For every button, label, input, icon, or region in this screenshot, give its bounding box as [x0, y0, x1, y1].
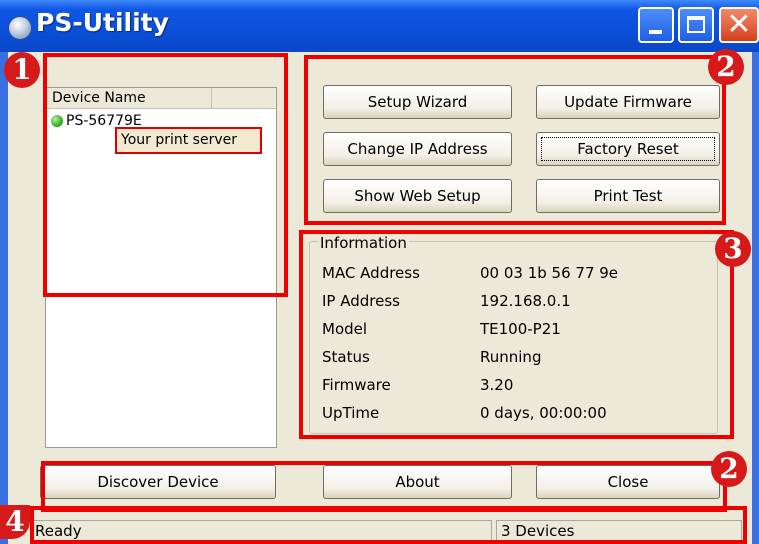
close-button[interactable]: Close — [536, 465, 720, 499]
setup-wizard-button[interactable]: Setup Wizard — [323, 85, 512, 119]
model-value: TE100-P21 — [480, 320, 561, 338]
status-label: Status — [322, 348, 370, 366]
firmware-label: Firmware — [322, 376, 391, 394]
title-bar[interactable]: PS-Utility ✕ — [0, 0, 759, 52]
maximize-icon — [687, 16, 705, 33]
marker-1: 1 — [4, 52, 40, 88]
information-title: Information — [318, 234, 409, 252]
marker-2-top: 2 — [708, 49, 744, 85]
close-window-button[interactable]: ✕ — [719, 7, 759, 43]
status-value: Running — [480, 348, 542, 366]
mac-address-value: 00 03 1b 56 77 9e — [480, 264, 619, 282]
show-web-setup-button[interactable]: Show Web Setup — [323, 179, 512, 213]
update-firmware-button[interactable]: Update Firmware — [536, 85, 720, 119]
ip-address-label: IP Address — [322, 292, 400, 310]
device-list-header: Device Name — [46, 88, 276, 109]
discover-device-button[interactable]: Discover Device — [40, 465, 276, 499]
device-count: 3 Devices — [496, 520, 742, 542]
window-title: PS-Utility — [36, 8, 169, 37]
focus-rectangle — [541, 137, 715, 161]
factory-reset-button[interactable]: Factory Reset — [536, 132, 720, 166]
status-bar: Ready 3 Devices — [30, 520, 742, 542]
print-server-callout: Your print server — [115, 127, 262, 154]
marker-2-bottom: 2 — [711, 451, 747, 487]
status-text: Ready — [30, 520, 492, 542]
uptime-label: UpTime — [322, 404, 380, 422]
column-header-empty[interactable] — [212, 88, 276, 108]
minimize-icon — [649, 30, 662, 34]
app-globe-icon — [8, 16, 32, 40]
uptime-value: 0 days, 00:00:00 — [480, 404, 607, 422]
maximize-button[interactable] — [678, 7, 714, 43]
green-status-dot-icon — [51, 115, 63, 127]
minimize-button[interactable] — [638, 7, 674, 43]
close-icon: ✕ — [726, 7, 752, 42]
print-test-button[interactable]: Print Test — [536, 179, 720, 213]
ip-address-value: 192.168.0.1 — [480, 292, 571, 310]
change-ip-address-button[interactable]: Change IP Address — [323, 132, 512, 166]
marker-3: 3 — [715, 231, 751, 267]
column-header-device-name[interactable]: Device Name — [46, 88, 212, 108]
firmware-value: 3.20 — [480, 376, 514, 394]
about-button[interactable]: About — [323, 465, 512, 499]
ps-utility-window: PS-Utility ✕ Device Name PS-56779E Your … — [0, 0, 759, 544]
model-label: Model — [322, 320, 368, 338]
mac-address-label: MAC Address — [322, 264, 420, 282]
